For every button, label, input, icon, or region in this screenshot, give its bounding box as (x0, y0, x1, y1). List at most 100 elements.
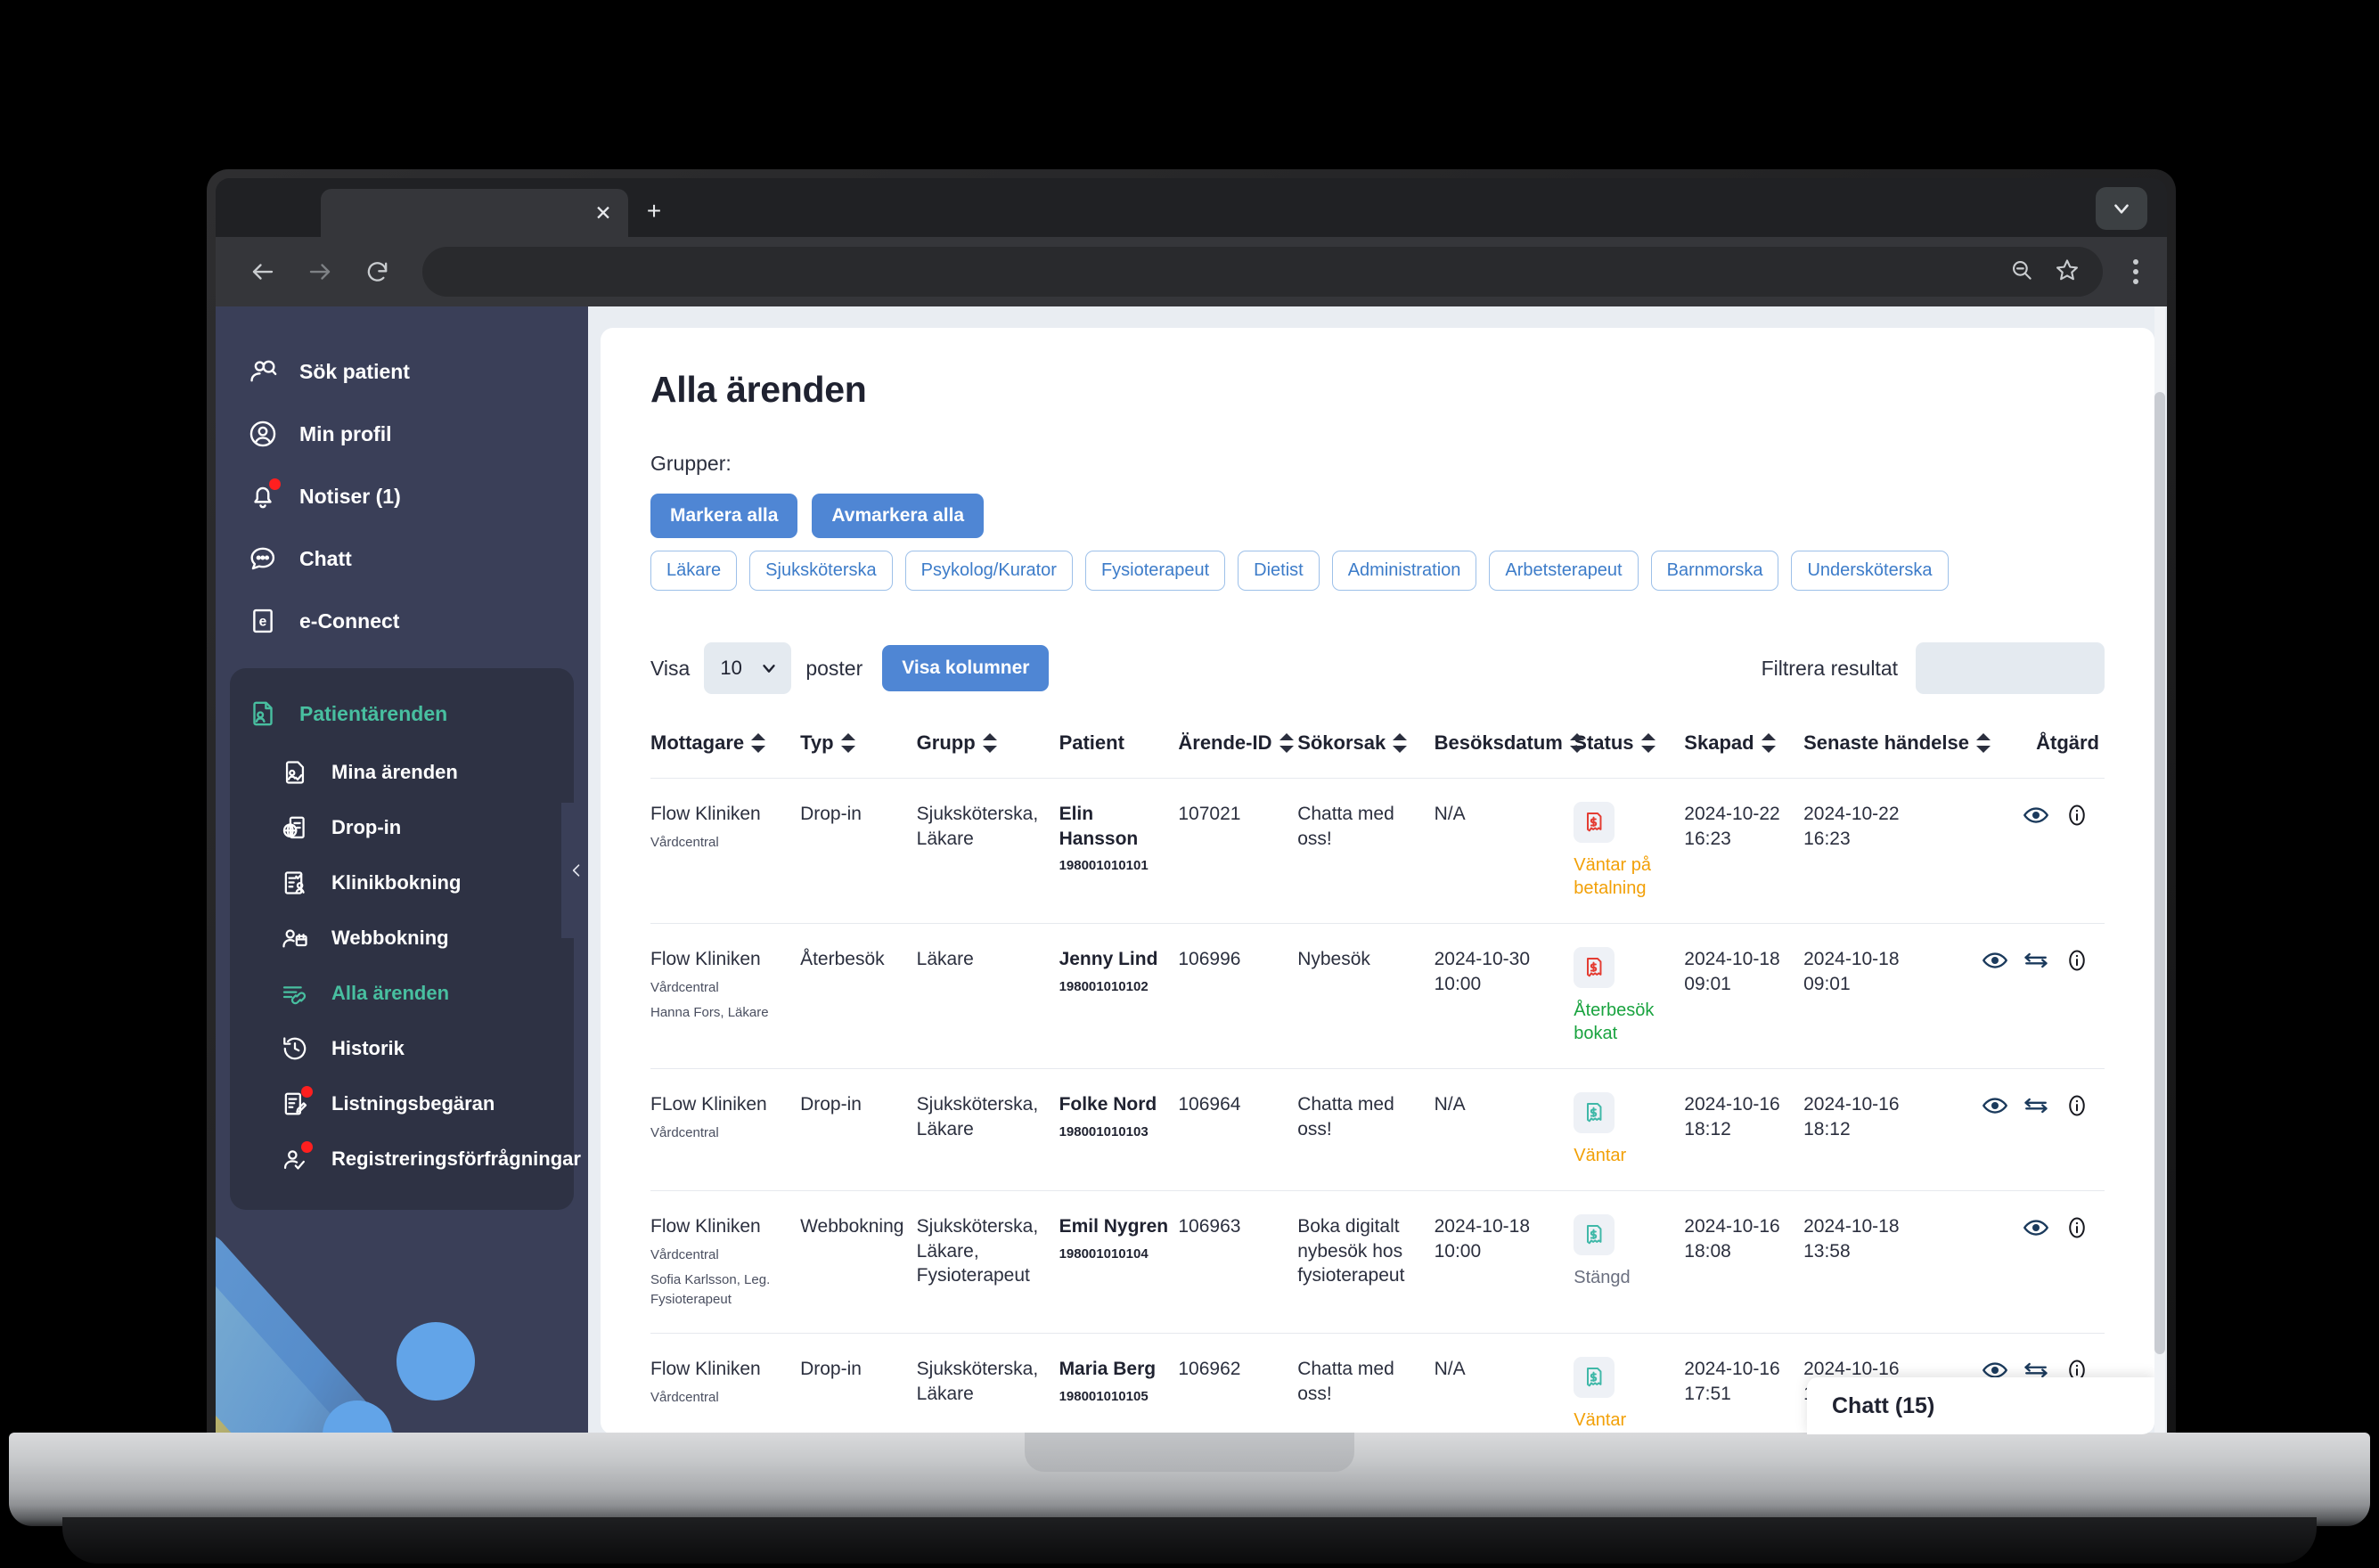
info-icon[interactable] (2064, 947, 2090, 974)
sort-icon[interactable] (840, 733, 855, 753)
address-bar[interactable] (422, 247, 2103, 297)
sort-icon[interactable] (1279, 733, 1294, 753)
sidebar-item-min-profil[interactable]: Min profil (216, 403, 588, 465)
sidebar-item-label: Registreringsförfrågningar (331, 1147, 581, 1170)
sort-icon[interactable] (1569, 733, 1584, 753)
sort-icon[interactable] (1393, 733, 1408, 753)
eye-icon[interactable] (1982, 1092, 2008, 1119)
recipient-name: Flow Kliniken (650, 1358, 761, 1379)
table-row[interactable]: Flow Kliniken Vårdcentral Sofia Karlsson, … (650, 1190, 2105, 1334)
sidebar-item-label: Notiser (1) (299, 484, 401, 508)
show-columns-button[interactable]: Visa kolumner (882, 645, 1050, 691)
sidebar-item-alla-arenden[interactable]: Alla ärenden (230, 966, 574, 1021)
th-sokorsak[interactable]: Sökorsak (1297, 731, 1434, 779)
recipient-name: Flow Kliniken (650, 949, 761, 969)
transfer-icon[interactable] (2023, 947, 2049, 974)
table-row[interactable]: FLow Kliniken Vårdcentral Drop-in Sjuksköte… (650, 1068, 2105, 1191)
invoice-red-icon (1587, 957, 1602, 977)
cell-senaste-handelse: 2024-10-22 16:23 (1803, 778, 1955, 924)
sidebar-item-notiser[interactable]: Notiser (1) (216, 465, 588, 527)
cell-skapad: 2024-10-18 09:01 (1684, 923, 1804, 1069)
sidebar-item-klinikbokning[interactable]: Klinikbokning (230, 855, 574, 911)
th-arende-id[interactable]: Ärende-ID (1178, 731, 1297, 779)
info-icon[interactable] (2064, 802, 2090, 829)
deselect-all-button[interactable]: Avmarkera alla (812, 494, 985, 538)
info-icon[interactable] (2064, 1214, 2090, 1241)
cell-grupp: Sjuksköterska, Läkare (916, 778, 1059, 924)
scrollbar-thumb[interactable] (2154, 392, 2165, 1354)
th-label: Sökorsak (1297, 731, 1386, 754)
filter-input[interactable] (1916, 642, 2105, 694)
laptop-foot (62, 1517, 2317, 1564)
cell-mottagare: Flow Kliniken Vårdcentral (650, 1332, 801, 1434)
group-chip-psykolog-kurator[interactable]: Psykolog/Kurator (904, 551, 1073, 591)
sort-icon[interactable] (982, 733, 997, 753)
sidebar-item-sok-patient[interactable]: Sök patient (216, 340, 588, 403)
chat-widget[interactable]: Chatt (15) (1807, 1377, 2154, 1434)
th-skapad[interactable]: Skapad (1684, 731, 1803, 779)
cases-table: Mottagare Typ Grupp Patient Ärende-ID Sö… (650, 731, 2105, 1434)
sidebar-item-drop-in[interactable]: Drop-in (230, 800, 574, 855)
sort-icon[interactable] (1975, 733, 1991, 753)
eye-icon[interactable] (1982, 947, 2008, 974)
group-chip-fysioterapeut[interactable]: Fysioterapeut (1084, 551, 1226, 591)
th-besoksdatum[interactable]: Besöksdatum (1435, 731, 1584, 779)
sidebar-item-registreringsforfragningar[interactable]: Registreringsförfrågningar (230, 1131, 581, 1187)
group-chip-underskoterska[interactable]: Undersköterska (1791, 551, 1949, 591)
chevron-down-icon[interactable] (2096, 187, 2147, 230)
cell-status: Väntar (1574, 1332, 1685, 1434)
group-chip-lakare[interactable]: Läkare (650, 551, 738, 591)
sort-icon[interactable] (751, 733, 766, 753)
eye-icon[interactable] (2023, 802, 2049, 829)
th-mottagare[interactable]: Mottagare (650, 731, 800, 779)
th-grupp[interactable]: Grupp (917, 731, 1059, 779)
cell-skapad: 2024-10-16 17:51 (1684, 1332, 1804, 1434)
forward-arrow-icon[interactable] (296, 248, 344, 296)
sidebar-item-webbokning[interactable]: Webbokning (230, 911, 574, 966)
svg-text:e: e (259, 615, 267, 630)
show-label: Visa (650, 656, 691, 680)
back-arrow-icon[interactable] (239, 248, 287, 296)
sidebar-item-historik[interactable]: Historik (230, 1021, 574, 1076)
plus-icon[interactable]: + (639, 196, 669, 226)
group-chip-barnmorska[interactable]: Barnmorska (1650, 551, 1779, 591)
patient-id: 198001010101 (1059, 858, 1149, 874)
main-content: Alla ärenden Grupper: Markera alla Avmar… (588, 306, 2167, 1434)
browser-tab[interactable]: ✕ (321, 189, 628, 237)
star-icon[interactable] (2055, 257, 2080, 287)
zoom-out-icon[interactable] (2009, 257, 2033, 286)
sidebar-item-e-connect[interactable]: e e-Connect (216, 590, 588, 652)
reload-icon[interactable] (353, 248, 401, 296)
kebab-menu-icon[interactable] (2124, 259, 2147, 284)
group-chip-sjukskoterska[interactable]: Sjuksköterska (749, 551, 893, 591)
table-row[interactable]: Flow Kliniken Vårdcentral Hanna Fors, Läka… (650, 923, 2105, 1069)
page-size-select[interactable]: 10 (704, 642, 792, 694)
cell-grupp: Sjuksköterska, Läkare, Fysioterapeut (916, 1190, 1059, 1334)
close-icon[interactable]: ✕ (591, 200, 616, 225)
th-label: Typ (800, 731, 834, 754)
th-senaste-handelse[interactable]: Senaste händelse (1803, 731, 1991, 779)
group-chip-arbetsterapeut[interactable]: Arbetsterapeut (1489, 551, 1639, 591)
select-all-button[interactable]: Markera alla (650, 494, 798, 538)
table-row[interactable]: Flow Kliniken Vårdcentral Drop-in Sjuksköte… (650, 778, 2105, 924)
th-typ[interactable]: Typ (800, 731, 917, 779)
group-chip-dietist[interactable]: Dietist (1238, 551, 1320, 591)
table-body: Flow Kliniken Vårdcentral Drop-in Sjuksköte… (650, 778, 2105, 1434)
cell-arende-id: 106996 (1178, 923, 1298, 1069)
th-status[interactable]: Status (1574, 731, 1684, 779)
cell-mottagare: FLow Kliniken Vårdcentral (650, 1068, 801, 1191)
sidebar-item-chatt[interactable]: Chatt (216, 527, 588, 590)
globe-clipboard-icon (278, 811, 312, 845)
group-chip-administration[interactable]: Administration (1331, 551, 1477, 591)
sidebar-item-listningsbegaran[interactable]: Listningsbegäran (230, 1076, 574, 1131)
sidebar-group-header[interactable]: Patientärenden (230, 682, 574, 745)
info-icon[interactable] (2064, 1092, 2090, 1119)
patient-name: Elin Hansson (1059, 804, 1139, 849)
sidebar-item-label: Chatt (299, 546, 352, 570)
sort-icon[interactable] (1640, 733, 1655, 753)
sidebar-item-mina-arenden[interactable]: Mina ärenden (230, 745, 574, 800)
eye-icon[interactable] (2023, 1214, 2049, 1241)
sidebar-collapse-button[interactable] (561, 803, 588, 938)
transfer-icon[interactable] (2023, 1092, 2049, 1119)
sort-icon[interactable] (1761, 733, 1776, 753)
